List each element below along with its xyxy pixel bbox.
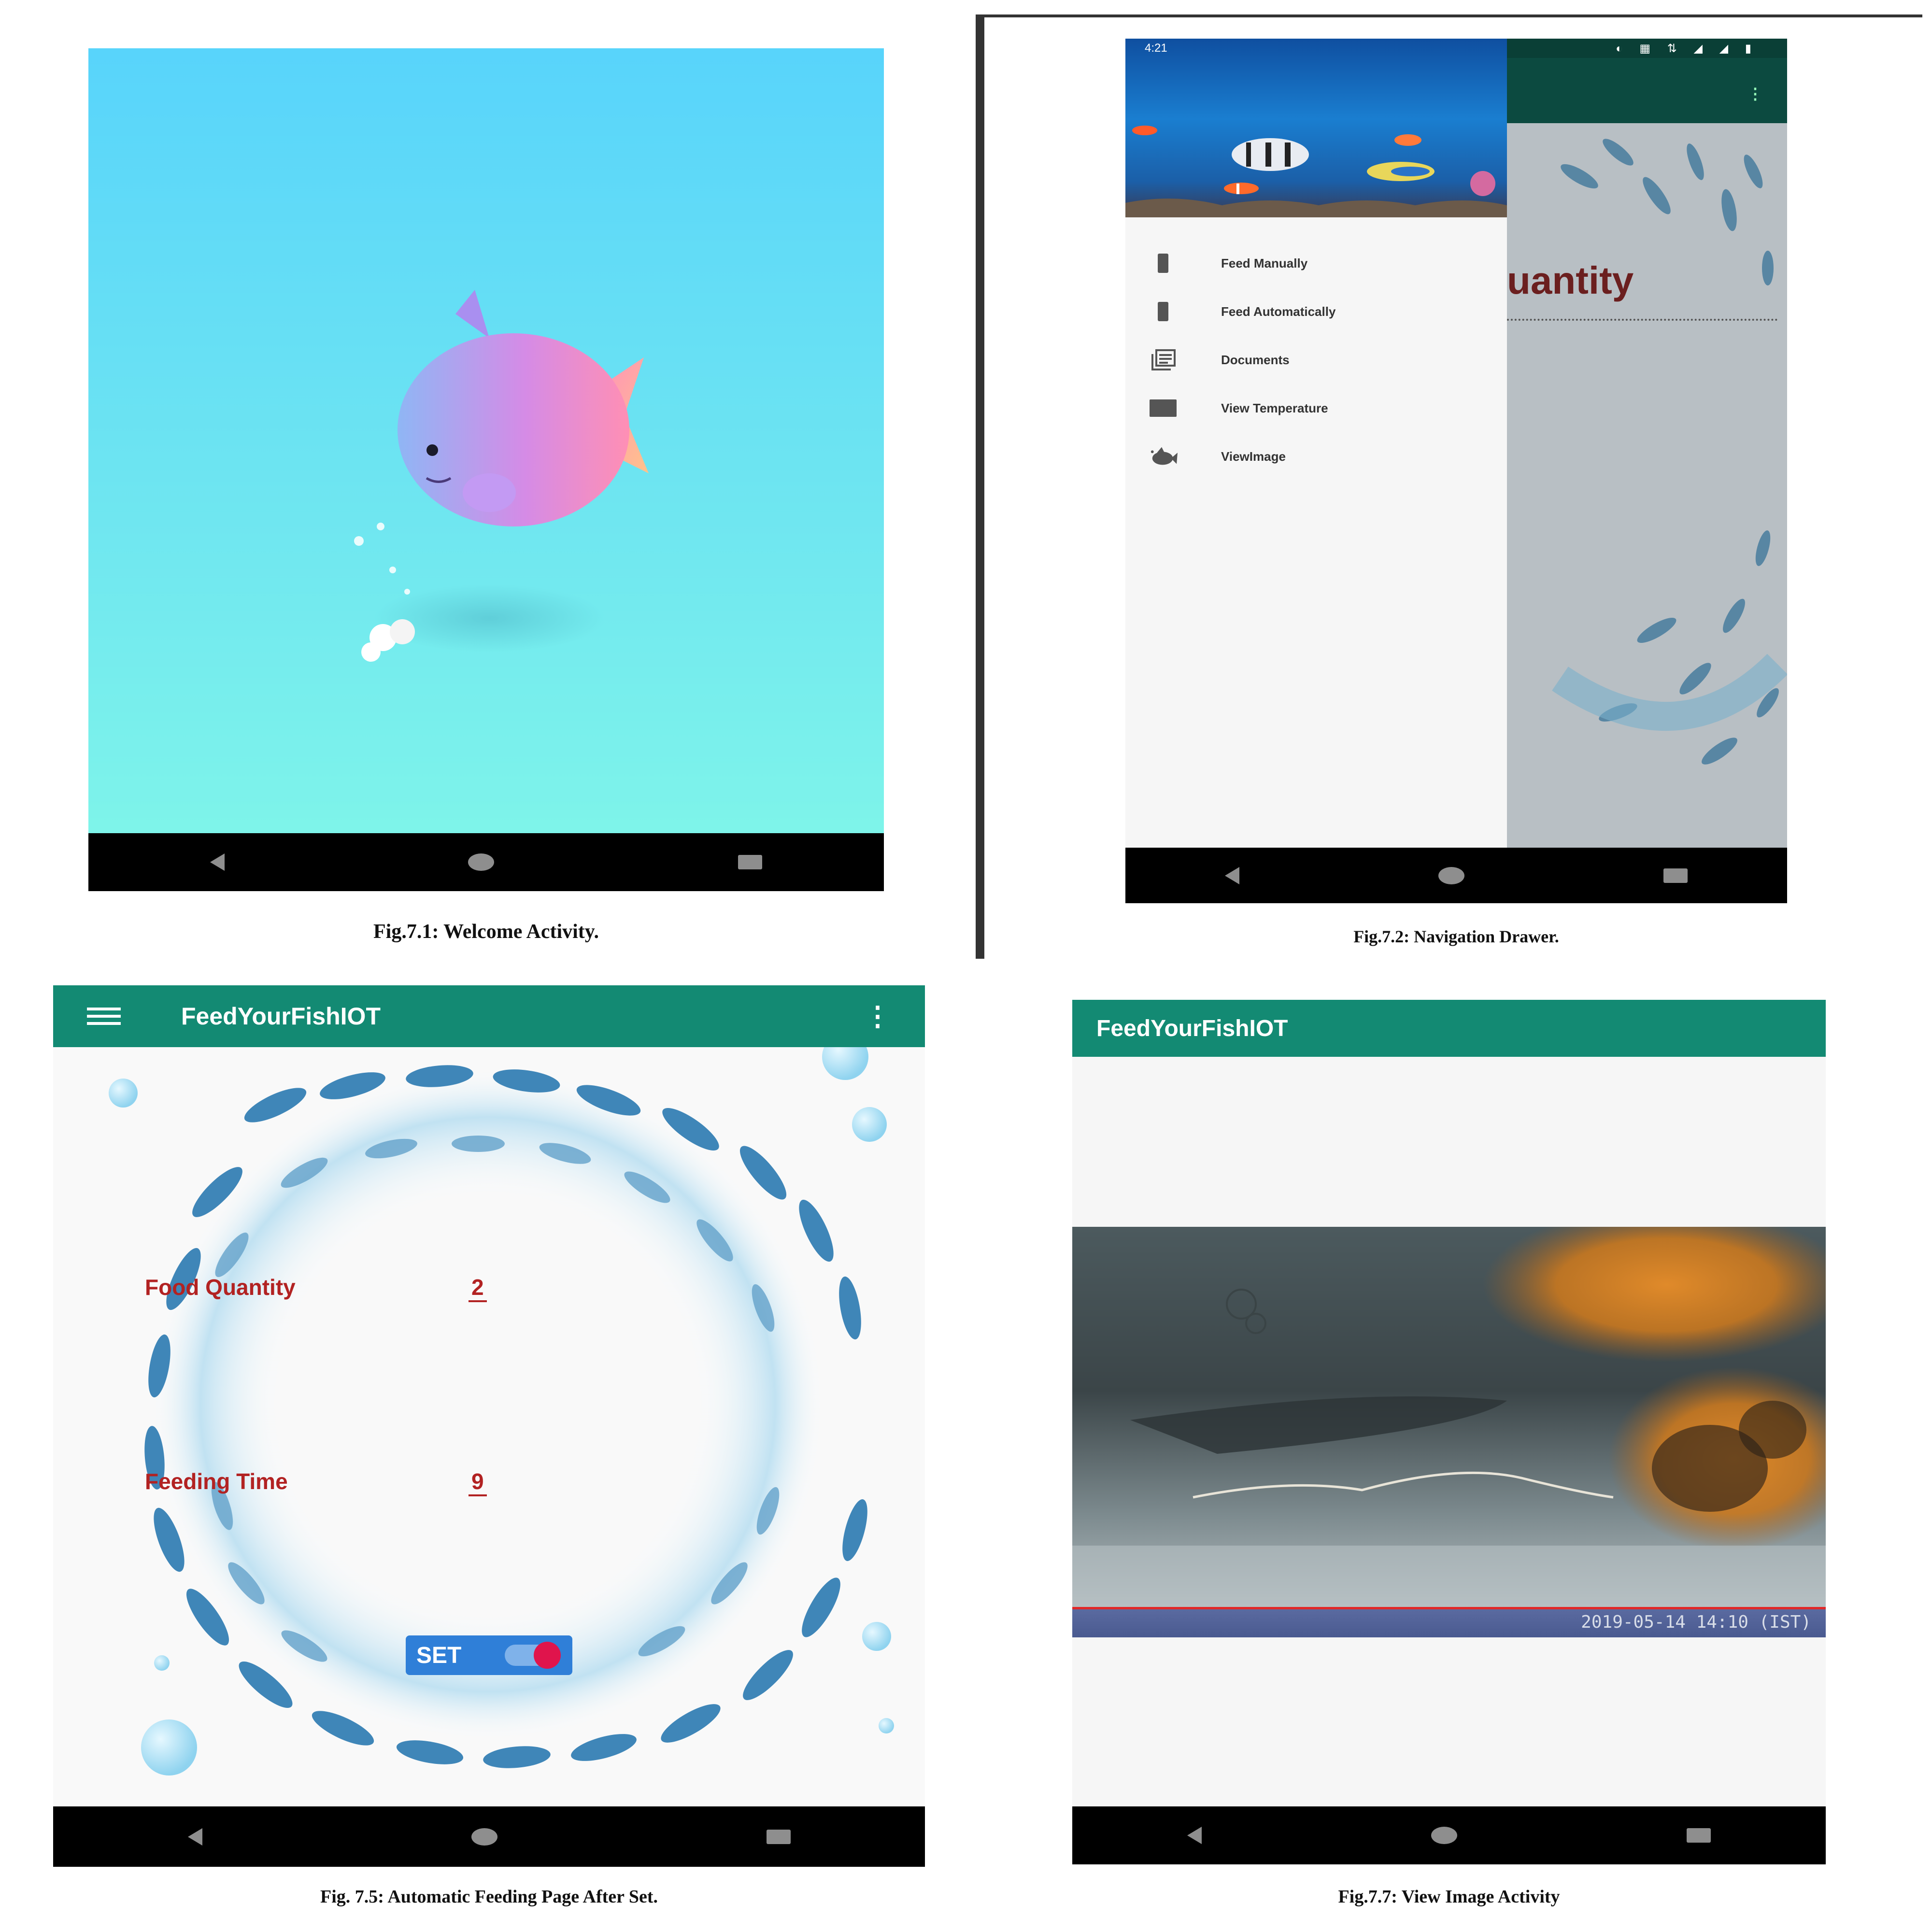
fish-tank-photo: 2019-05-14 14:10 (IST) (1072, 1227, 1826, 1637)
home-icon[interactable] (468, 853, 495, 871)
device-icon (1149, 302, 1178, 321)
app-toolbar: FeedYourFishIOT ⋮ (53, 985, 925, 1047)
welcome-caption: Fig.7.1: Welcome Activity. (373, 921, 599, 943)
background-heading: uantity (1507, 259, 1634, 302)
food-quantity-label: Food Quantity (145, 1275, 296, 1300)
welcome-activity-panel (88, 48, 884, 891)
drawer-item-label: View Temperature (1221, 400, 1328, 415)
recent-apps-icon[interactable] (738, 855, 762, 869)
back-icon[interactable] (1225, 867, 1239, 884)
view-image-panel: FeedYourFishIOT 2019-05-14 14:10 (IST) (1072, 1000, 1826, 1864)
back-icon[interactable] (210, 853, 225, 871)
switch-thumb (534, 1642, 561, 1669)
set-switch[interactable] (505, 1642, 561, 1669)
automatic-feeding-panel: FeedYourFishIOT ⋮ Food Quantity 2 Feedin… (53, 985, 925, 1867)
navigation-drawer-panel: 4:21 ◐ ▦ ⇅ ◢ ◢ ▮ ⋮ uanti (1125, 39, 1787, 903)
drawer-item-view-image[interactable]: ViewImage (1125, 432, 1507, 481)
drawer-item-view-temperature[interactable]: View Temperature (1125, 384, 1507, 432)
set-toggle-button[interactable]: SET (406, 1635, 572, 1675)
drawer-item-label: Feed Manually (1221, 256, 1308, 270)
automatic-feeding-caption: Fig. 7.5: Automatic Feeding Page After S… (320, 1887, 658, 1907)
back-icon[interactable] (1187, 1827, 1202, 1844)
fish-icon (1149, 447, 1178, 466)
divider-line (976, 14, 984, 959)
fish-mascot-illustration (354, 290, 649, 662)
aquarium-header-illustration (1125, 126, 1507, 217)
android-navigation-bar (53, 1806, 925, 1867)
home-icon[interactable] (471, 1828, 497, 1846)
more-vert-icon[interactable]: ⋮ (864, 1000, 891, 1032)
navigation-drawer: 4:21 Feed Manually Feed Automatically Do… (1125, 39, 1507, 848)
drawer-item-label: ViewImage (1221, 449, 1286, 464)
documents-icon (1149, 349, 1178, 370)
timestamp-bar: 2019-05-14 14:10 (IST) (1072, 1607, 1826, 1637)
app-title: FeedYourFishIOT (1096, 1015, 1288, 1041)
view-image-content: 2019-05-14 14:10 (IST) (1072, 1057, 1826, 1806)
app-title: FeedYourFishIOT (181, 1003, 381, 1030)
device-icon (1149, 254, 1178, 273)
more-vert-icon[interactable]: ⋮ (1747, 85, 1763, 103)
navigation-drawer-caption: Fig.7.2: Navigation Drawer. (1353, 927, 1559, 946)
goldfish-photo-illustration (1072, 1227, 1826, 1637)
fish-swirl-background (109, 1047, 894, 1776)
drawer-item-label: Feed Automatically (1221, 304, 1336, 319)
food-quantity-input[interactable]: 2 (469, 1274, 487, 1302)
feeding-time-input[interactable]: 9 (469, 1468, 487, 1496)
thermometer-box-icon (1149, 398, 1178, 418)
drawer-item-feed-automatically[interactable]: Feed Automatically (1125, 287, 1507, 336)
android-navigation-bar (1072, 1806, 1826, 1864)
image-timestamp: 2019-05-14 14:10 (IST) (1581, 1612, 1811, 1632)
view-image-caption: Fig.7.7: View Image Activity (1338, 1887, 1560, 1907)
divider-line (976, 14, 1922, 17)
recent-apps-icon[interactable] (1687, 1828, 1711, 1843)
feeding-content: Food Quantity 2 Feeding Time 9 SET (53, 1047, 925, 1806)
drawer-item-feed-manually[interactable]: Feed Manually (1125, 239, 1507, 287)
home-icon[interactable] (1438, 867, 1464, 884)
drawer-item-label: Documents (1221, 352, 1290, 367)
recent-apps-icon[interactable] (766, 1829, 791, 1844)
recent-apps-icon[interactable] (1663, 868, 1688, 883)
app-toolbar: FeedYourFishIOT (1072, 1000, 1826, 1057)
hamburger-menu-icon[interactable] (87, 1008, 121, 1025)
back-icon[interactable] (187, 1828, 202, 1846)
welcome-screen (88, 48, 884, 833)
background-divider (1507, 319, 1777, 321)
drawer-item-documents[interactable]: Documents (1125, 336, 1507, 384)
android-navigation-bar (1125, 848, 1787, 903)
set-button-label: SET (416, 1642, 462, 1668)
status-icons: ◐ ▦ ⇅ ◢ ◢ ▮ (1616, 42, 1758, 55)
android-navigation-bar (88, 833, 884, 891)
home-icon[interactable] (1431, 1827, 1457, 1844)
drawer-header-image: 4:21 (1125, 39, 1507, 217)
feeding-time-label: Feeding Time (145, 1469, 288, 1494)
